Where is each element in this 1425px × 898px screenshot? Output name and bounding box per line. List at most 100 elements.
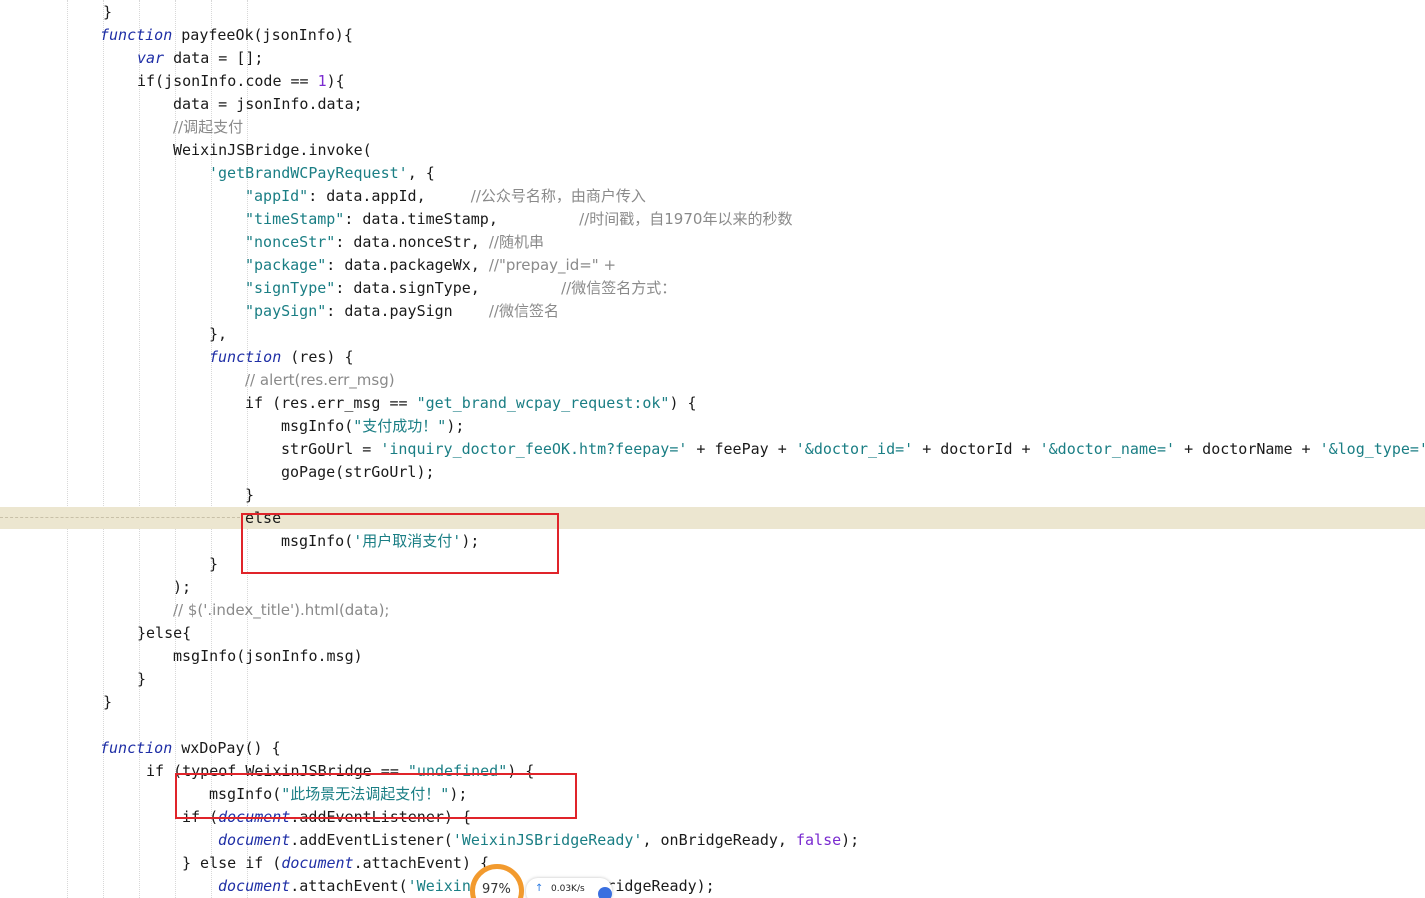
code-token: : data.appId, xyxy=(308,187,471,205)
code-token: //微信签名方式： xyxy=(561,279,677,297)
code-token: ){ xyxy=(326,72,345,90)
code-line[interactable]: } else if (document.attachEvent) { xyxy=(182,852,489,875)
indent-guide xyxy=(103,0,104,898)
code-line[interactable]: function payfeeOk(jsonInfo){ xyxy=(100,24,353,47)
code-token: "nonceStr" xyxy=(245,233,336,251)
code-line[interactable]: // alert(res.err_msg) xyxy=(245,369,395,392)
code-token: wxDoPay() { xyxy=(172,739,281,757)
code-line[interactable]: "paySign": data.paySign //微信签名 xyxy=(245,300,559,323)
code-token: .addEventListener( xyxy=(290,831,453,849)
code-line[interactable]: if(jsonInfo.code == 1){ xyxy=(137,70,345,93)
code-token: : data.paySign xyxy=(326,302,489,320)
code-line[interactable]: goPage(strGoUrl); xyxy=(281,461,435,484)
code-line[interactable]: } xyxy=(245,484,254,507)
code-token: + doctorId + xyxy=(913,440,1040,458)
code-token: } xyxy=(245,486,255,504)
code-line[interactable]: "package": data.packageWx, //"prepay_id=… xyxy=(245,254,616,277)
code-token: msgInfo( xyxy=(281,417,354,435)
code-token: data = jsonInfo.data; xyxy=(173,95,363,113)
code-token: "paySign" xyxy=(245,302,327,320)
code-line[interactable]: } xyxy=(103,691,112,714)
code-line[interactable]: function wxDoPay() { xyxy=(100,737,281,760)
code-token: "signType" xyxy=(245,279,336,297)
code-token: function xyxy=(209,348,282,366)
code-token: if(jsonInfo.code == xyxy=(137,72,318,90)
code-token: strGoUrl = xyxy=(281,440,381,458)
code-token: : data.nonceStr, xyxy=(335,233,489,251)
code-token: function xyxy=(100,26,173,44)
code-token: : data.timeStamp, xyxy=(344,210,580,228)
code-line[interactable]: "appId": data.appId, //公众号名称，由商户传入 xyxy=(245,185,646,208)
code-line[interactable]: }, xyxy=(209,323,227,346)
code-line[interactable]: 'getBrandWCPayRequest', { xyxy=(209,162,435,185)
annotation-box-unsupported xyxy=(175,773,577,819)
code-token: .attachEvent) { xyxy=(353,854,490,872)
current-line-highlight xyxy=(0,507,1425,529)
code-token: , { xyxy=(407,164,435,182)
code-token: .attachEvent( xyxy=(290,877,408,895)
code-token: // alert(res.err_msg) xyxy=(245,371,395,389)
code-token: //微信签名 xyxy=(488,302,559,320)
code-token: } xyxy=(209,555,219,573)
code-token: ); xyxy=(446,417,465,435)
code-line[interactable]: //调起支付 xyxy=(173,116,243,139)
code-line[interactable]: "nonceStr": data.nonceStr, //随机串 xyxy=(245,231,544,254)
code-token: : data.signType, xyxy=(335,279,562,297)
code-token: '&doctor_name=' xyxy=(1039,440,1176,458)
code-token: goPage(strGoUrl); xyxy=(281,463,435,481)
code-token: ); xyxy=(841,831,860,849)
code-token: '&doctor_id=' xyxy=(795,440,914,458)
code-line[interactable]: } xyxy=(209,553,218,576)
code-token: 1 xyxy=(317,72,327,90)
code-line[interactable]: "signType": data.signType, //微信签名方式： xyxy=(245,277,676,300)
code-token: msgInfo(jsonInfo.msg) xyxy=(173,647,363,665)
upload-speed: 0.03K/s xyxy=(551,884,585,894)
code-line[interactable]: WeixinJSBridge.invoke( xyxy=(173,139,372,162)
code-line[interactable]: document.attachEvent('Weixin onBridgeRea… xyxy=(218,875,715,898)
code-line[interactable]: "timeStamp": data.timeStamp, //时间戳，自1970… xyxy=(245,208,792,231)
code-line[interactable]: ); xyxy=(173,576,191,599)
code-editor[interactable]: } function payfeeOk(jsonInfo){var data = … xyxy=(0,0,1425,898)
code-token: ); xyxy=(173,578,192,596)
code-token: "package" xyxy=(245,256,327,274)
code-line[interactable]: msgInfo(jsonInfo.msg) xyxy=(173,645,363,668)
code-token: 'Weixin xyxy=(407,877,471,895)
code-token: //"prepay_id=" + xyxy=(488,256,617,274)
code-line[interactable]: data = jsonInfo.data; xyxy=(173,93,363,116)
code-token: //时间戳，自1970年以来的秒数 xyxy=(579,210,793,228)
code-token: var xyxy=(137,49,165,67)
code-token: "timeStamp" xyxy=(245,210,345,228)
code-line[interactable]: } xyxy=(137,668,146,691)
code-token: } xyxy=(103,3,113,21)
code-line[interactable]: }else{ xyxy=(137,622,191,645)
code-token: document xyxy=(281,854,354,872)
code-token: document xyxy=(218,831,291,849)
code-token: payfeeOk(jsonInfo){ xyxy=(172,26,353,44)
code-token: //随机串 xyxy=(488,233,544,251)
network-speed-widget[interactable]: 97% ↑ 0.03K/s xyxy=(470,864,620,898)
code-token: } xyxy=(137,670,147,688)
code-line[interactable]: msgInfo("支付成功！"); xyxy=(281,415,464,438)
code-token: }, xyxy=(209,325,228,343)
code-line[interactable]: // $('.index_title').html(data); xyxy=(173,599,389,622)
speed-pill: ↑ 0.03K/s xyxy=(526,878,612,898)
code-line[interactable]: strGoUrl = 'inquiry_doctor_feeOK.htm?fee… xyxy=(281,438,1425,461)
code-token: if (res.err_msg == xyxy=(245,394,417,412)
code-line[interactable]: } xyxy=(103,1,112,24)
code-token: , onBridgeReady, xyxy=(642,831,796,849)
code-line[interactable]: document.addEventListener('WeixinJSBridg… xyxy=(218,829,859,852)
cpu-percent: 97% xyxy=(482,882,511,897)
code-line[interactable]: function (res) { xyxy=(209,346,354,369)
code-token: (res) { xyxy=(281,348,354,366)
code-line[interactable]: if (res.err_msg == "get_brand_wcpay_requ… xyxy=(245,392,697,415)
indent-guide xyxy=(67,0,68,898)
code-token: // $('.index_title').html(data); xyxy=(173,601,390,619)
code-token: } xyxy=(103,693,113,711)
code-token: "appId" xyxy=(245,187,309,205)
code-token: } else if ( xyxy=(182,854,282,872)
code-token: document xyxy=(218,877,291,895)
code-line[interactable]: var data = []; xyxy=(137,47,263,70)
code-token: "支付成功！" xyxy=(353,417,447,435)
code-token: function xyxy=(100,739,173,757)
code-token: : data.packageWx, xyxy=(326,256,489,274)
